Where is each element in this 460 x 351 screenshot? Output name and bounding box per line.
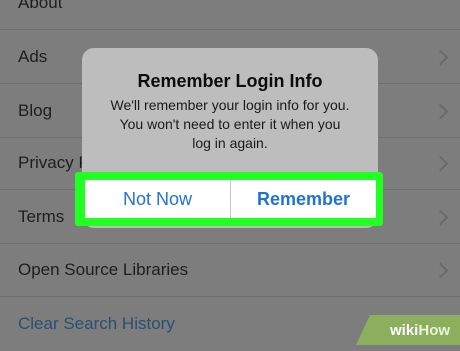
remember-button[interactable]: Remember	[231, 180, 376, 218]
dialog-title: Remember Login Info	[137, 71, 323, 91]
not-now-button[interactable]: Not Now	[85, 180, 230, 218]
dialog-message: We'll remember your login info for you. …	[110, 97, 350, 151]
chevron-right-icon	[432, 262, 449, 278]
chevron-right-icon	[432, 103, 449, 119]
dialog-button-bar: Not Now Remember	[85, 180, 376, 218]
settings-row-open-source[interactable]: Open Source Libraries	[0, 243, 460, 297]
chevron-right-icon	[432, 155, 449, 171]
settings-row-label: Ads	[18, 47, 48, 66]
settings-row-label: Terms	[18, 207, 65, 226]
clear-search-history-link[interactable]: Clear Search History	[18, 314, 175, 334]
chevron-right-icon	[432, 49, 449, 65]
settings-row-label: About	[18, 0, 63, 12]
settings-row-about[interactable]: About	[0, 0, 460, 30]
watermark-text-how: How	[418, 322, 451, 339]
watermark-text: wikiHow	[390, 322, 450, 339]
chevron-right-icon	[432, 209, 449, 225]
settings-row-label: Blog	[18, 101, 53, 120]
watermark-text-wiki: wiki	[390, 322, 419, 339]
settings-row-label: Open Source Libraries	[18, 260, 189, 279]
wikihow-watermark: wikiHow	[356, 315, 460, 345]
